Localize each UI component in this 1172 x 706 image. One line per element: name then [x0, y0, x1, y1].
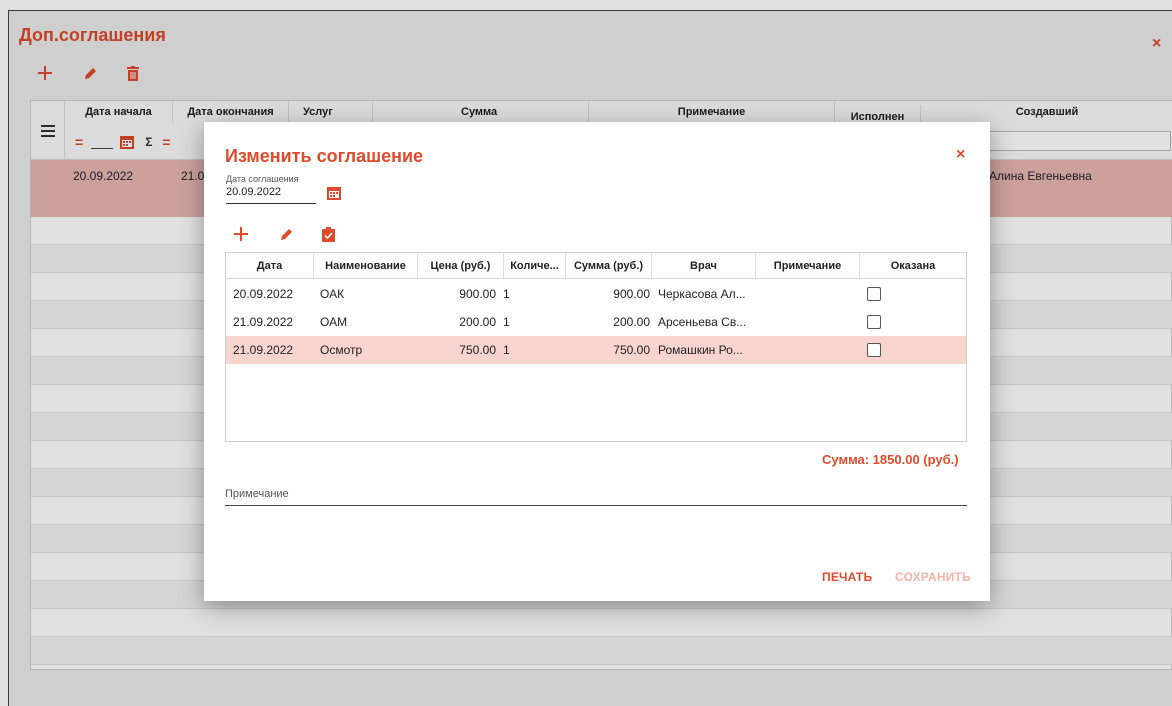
- table-row[interactable]: 21.09.2022 Осмотр 750.00 1 750.00 Ромашк…: [226, 336, 966, 364]
- cell-sum: 200.00: [613, 315, 650, 329]
- clipboard-check-icon: [321, 226, 335, 242]
- cell-date: 20.09.2022: [233, 287, 294, 301]
- th-name[interactable]: Наименование: [314, 253, 418, 279]
- done-checkbox[interactable]: [867, 315, 881, 329]
- cell-qty: 1: [503, 287, 510, 301]
- cell-date: 21.09.2022: [233, 343, 294, 357]
- th-note[interactable]: Примечание: [756, 253, 860, 279]
- th-date[interactable]: Дата: [226, 253, 314, 279]
- cell-doctor: Черкасова Ал...: [658, 287, 746, 301]
- cell-sum: 900.00: [613, 287, 650, 301]
- agreement-date-label: Дата соглашения: [226, 174, 299, 184]
- cell-name: ОАК: [320, 287, 345, 301]
- note-label: Примечание: [225, 488, 289, 500]
- plus-icon: [234, 227, 248, 241]
- cell-name: Осмотр: [320, 343, 363, 357]
- cell-price: 200.00: [459, 315, 496, 329]
- table-row[interactable]: 21.09.2022 ОАМ 200.00 1 200.00 Арсеньева…: [226, 308, 966, 336]
- edit-agreement-dialog: Изменить соглашение × Дата соглашения 20…: [204, 122, 990, 601]
- th-doctor[interactable]: Врач: [652, 253, 756, 279]
- cell-name: ОАМ: [320, 315, 348, 329]
- done-checkbox[interactable]: [867, 343, 881, 357]
- total-sum: Сумма: 1850.00 (руб.): [822, 452, 959, 467]
- pencil-icon: [281, 229, 292, 240]
- cell-price: 900.00: [459, 287, 496, 301]
- dialog-title: Изменить соглашение: [225, 146, 424, 166]
- dialog-close-icon[interactable]: ×: [956, 146, 965, 164]
- date-picker-button[interactable]: [325, 184, 343, 202]
- agreement-date-input[interactable]: 20.09.2022: [226, 186, 316, 204]
- cell-price: 750.00: [459, 343, 496, 357]
- th-price[interactable]: Цена (руб.): [418, 253, 504, 279]
- cell-doctor: Арсеньева Св...: [658, 315, 747, 329]
- save-button[interactable]: СОХРАНИТЬ: [895, 570, 971, 584]
- print-button[interactable]: ПЕЧАТЬ: [822, 570, 872, 584]
- cell-sum: 750.00: [613, 343, 650, 357]
- th-done[interactable]: Оказана: [860, 253, 966, 279]
- cell-date: 21.09.2022: [233, 315, 294, 329]
- note-input[interactable]: [225, 505, 967, 506]
- th-sum[interactable]: Сумма (руб.): [566, 253, 652, 279]
- add-service-button[interactable]: [232, 225, 250, 243]
- table-row[interactable]: 20.09.2022 ОАК 900.00 1 900.00 Черкасова…: [226, 280, 966, 308]
- cell-qty: 1: [503, 315, 510, 329]
- services-table: Дата Наименование Цена (руб.) Количе... …: [225, 252, 967, 442]
- calendar-icon: [327, 187, 341, 200]
- mark-done-button[interactable]: [319, 225, 337, 243]
- cell-qty: 1: [503, 343, 510, 357]
- edit-service-button[interactable]: [278, 225, 296, 243]
- done-checkbox[interactable]: [867, 287, 881, 301]
- cell-doctor: Ромашкин Ро...: [658, 343, 743, 357]
- th-qty[interactable]: Количе...: [504, 253, 566, 279]
